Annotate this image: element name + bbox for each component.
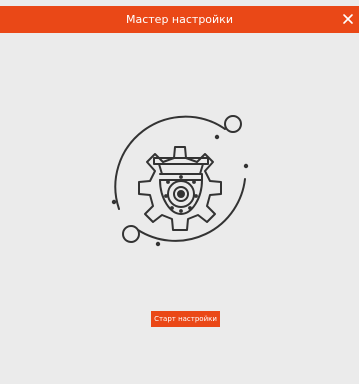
close-icon — [343, 14, 353, 24]
start-setup-button[interactable]: Старт настройки — [151, 311, 220, 327]
setup-illustration — [100, 104, 260, 264]
window-title: Мастер настройки — [126, 13, 233, 26]
camera-gear-icon — [111, 115, 249, 247]
close-button[interactable] — [342, 8, 356, 30]
setup-wizard-window: Мастер настройки Старт настройки — [0, 0, 359, 384]
title-bar: Мастер настройки — [0, 6, 359, 33]
